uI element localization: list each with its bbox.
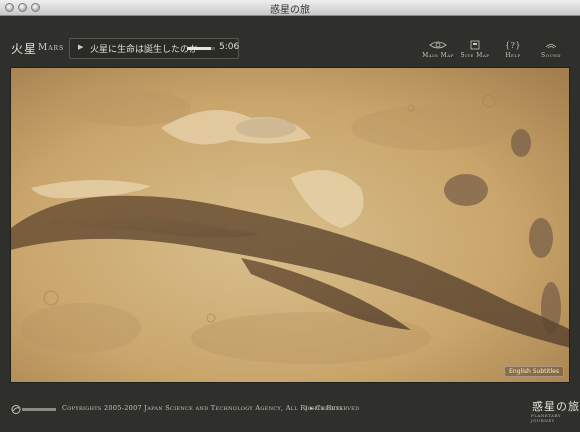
nav-site-map-label: Site Map [460, 52, 490, 59]
jst-logo [11, 405, 56, 414]
nav-sound-label: Sound [541, 52, 561, 59]
nav-site-map[interactable]: Site Map [458, 40, 492, 59]
nav-main-map[interactable]: Main Map [421, 40, 455, 59]
play-icon[interactable]: ▶ [78, 43, 83, 51]
brand-logo-en: PLANETARY JOURNEY [531, 413, 562, 423]
window-titlebar: 惑星の旅 [0, 0, 580, 16]
svg-text:{?}: {?} [505, 41, 521, 50]
eye-icon [429, 41, 447, 49]
nav-sound[interactable]: Sound [534, 40, 568, 59]
chapter-timecode: 5:06 [219, 42, 240, 52]
mars-surface-image[interactable]: English Subtitles [10, 67, 570, 383]
window-title: 惑星の旅 [270, 5, 310, 16]
chapter-title[interactable]: 火星に生命は誕生したのか [90, 42, 198, 55]
valles-marineris-illustration [11, 68, 569, 382]
nav-main-map-label: Main Map [422, 52, 454, 59]
planet-name-en: Mars [38, 43, 65, 53]
sound-icon [545, 44, 557, 49]
planet-name-jp: 火星 [11, 42, 38, 56]
sitemap-icon [470, 40, 480, 50]
help-icon: {?} [505, 41, 521, 50]
credits-label[interactable]: Credits [316, 404, 343, 412]
progress-fill [187, 47, 211, 50]
chapter-progress-bar[interactable] [187, 47, 215, 50]
credits-link[interactable]: | ▸ Credits [305, 404, 343, 412]
nav-help-label: Help [505, 52, 521, 59]
credits-separator: | ▸ [305, 404, 316, 412]
brand-logo-jp: 惑星の旅 [532, 400, 580, 413]
nav-help[interactable]: {?} Help [496, 40, 530, 59]
english-subtitles-button[interactable]: English Subtitles [504, 366, 564, 377]
